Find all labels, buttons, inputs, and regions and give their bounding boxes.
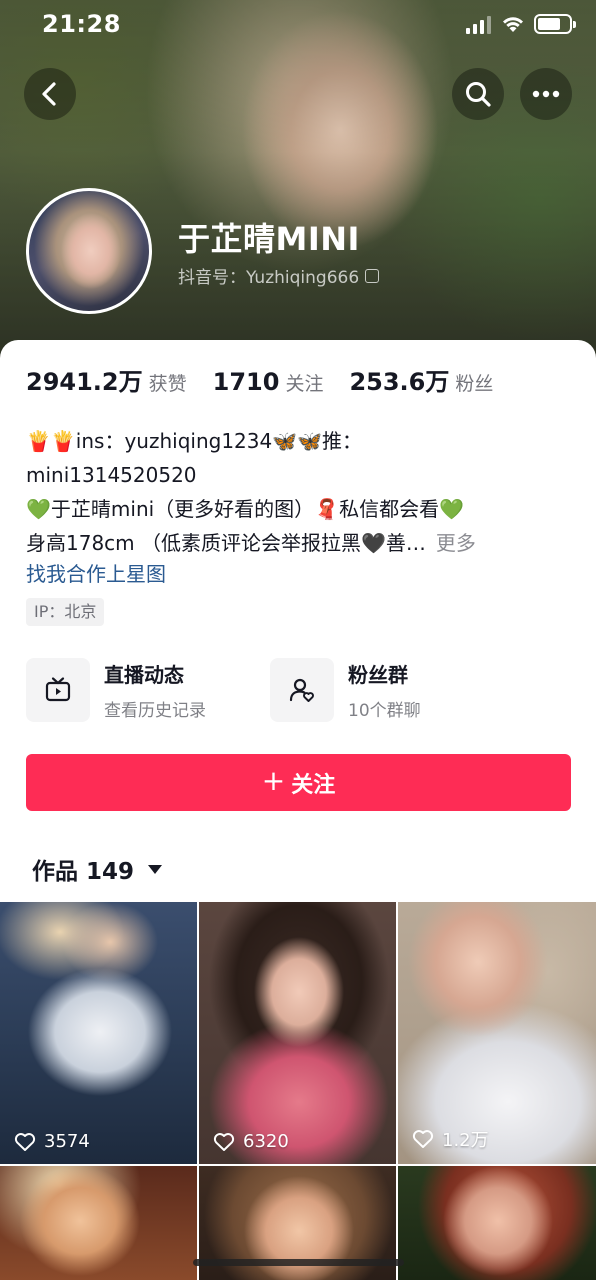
bio-line: mini1314520520 bbox=[26, 463, 197, 487]
status-bar: 21:28 bbox=[0, 0, 596, 52]
back-button[interactable] bbox=[24, 68, 76, 120]
stat-likes[interactable]: 2941.2万 获赞 bbox=[26, 362, 187, 397]
feature-subtitle: 10个群聊 bbox=[348, 701, 421, 721]
profile-card: 2941.2万 获赞 1710 关注 253.6万 粉丝 🍟🍟ins：yuzhi… bbox=[0, 340, 596, 1280]
home-indicator[interactable] bbox=[193, 1259, 404, 1266]
chevron-left-icon bbox=[42, 82, 56, 106]
video-thumbnail[interactable]: 6320 bbox=[199, 902, 396, 1164]
bio-line: 🍟🍟ins：yuzhiqing1234🦋🦋推： bbox=[26, 429, 363, 453]
like-count-text: 1.2万 bbox=[442, 1130, 489, 1151]
video-thumbnail[interactable]: 3574 bbox=[0, 902, 197, 1164]
heart-icon bbox=[213, 1132, 235, 1151]
bio-line: 身高178cm （低素质评论会举报拉黑🖤善… 更多 bbox=[26, 526, 572, 560]
bio-more-link[interactable]: 更多 bbox=[436, 531, 476, 555]
stat-followers[interactable]: 253.6万 粉丝 bbox=[349, 362, 493, 397]
stat-number: 2941.2万 bbox=[26, 368, 143, 396]
bio-line-text: 身高178cm （低素质评论会举报拉黑🖤善… bbox=[26, 531, 426, 555]
stat-following[interactable]: 1710 关注 bbox=[213, 368, 324, 396]
battery-icon bbox=[534, 14, 576, 34]
live-history-entry[interactable]: 直播动态 查看历史记录 bbox=[26, 658, 206, 722]
heart-icon bbox=[14, 1132, 36, 1151]
collab-link[interactable]: 找我合作上星图 bbox=[26, 558, 166, 587]
live-tv-icon bbox=[26, 658, 90, 722]
douyin-id[interactable]: 抖音号：Yuzhiqing666 bbox=[178, 263, 380, 288]
more-options-button[interactable] bbox=[520, 68, 572, 120]
douyin-id-text: 抖音号：Yuzhiqing666 bbox=[178, 268, 360, 288]
video-grid: 3574 6320 1.2万 bbox=[0, 902, 596, 1280]
like-count: 1.2万 bbox=[412, 1126, 489, 1152]
stat-number: 1710 bbox=[212, 368, 280, 396]
bio-line: 💚于芷晴mini（更多好看的图）🧣私信都会看💚 bbox=[26, 497, 464, 521]
feature-subtitle: 查看历史记录 bbox=[104, 701, 206, 721]
works-tab-label: 作品 149 bbox=[32, 859, 135, 885]
status-time: 21:28 bbox=[42, 10, 121, 38]
fan-group-entry[interactable]: 粉丝群 10个群聊 bbox=[270, 658, 421, 722]
search-icon bbox=[466, 82, 491, 107]
like-count-text: 3574 bbox=[44, 1131, 90, 1152]
wifi-icon bbox=[503, 17, 523, 32]
works-tab[interactable]: 作品 149 bbox=[32, 852, 163, 886]
search-button[interactable] bbox=[452, 68, 504, 120]
like-count-text: 6320 bbox=[243, 1131, 289, 1152]
follow-label: 关注 bbox=[291, 772, 336, 798]
plus-icon: + bbox=[261, 764, 286, 797]
stat-label: 关注 bbox=[285, 373, 324, 395]
more-dots-icon bbox=[532, 90, 560, 98]
stat-label: 获赞 bbox=[148, 373, 187, 395]
copy-icon[interactable] bbox=[365, 268, 380, 283]
bio-text[interactable]: 🍟🍟ins：yuzhiqing1234🦋🦋推： mini1314520520 💚… bbox=[26, 424, 572, 560]
stat-label: 粉丝 bbox=[455, 373, 494, 395]
profile-name: 于芷晴MINI bbox=[178, 220, 360, 258]
video-thumbnail[interactable]: 1.2万 bbox=[398, 902, 596, 1164]
feature-title: 直播动态 bbox=[104, 663, 184, 687]
cellular-signal-icon bbox=[466, 14, 491, 34]
fan-group-icon bbox=[270, 658, 334, 722]
video-thumbnail[interactable] bbox=[0, 1166, 197, 1280]
stat-number: 253.6万 bbox=[349, 368, 450, 396]
ip-location-tag: IP：北京 bbox=[26, 598, 105, 626]
follow-button[interactable]: + 关注 bbox=[26, 754, 571, 811]
like-count: 3574 bbox=[14, 1131, 90, 1152]
heart-icon bbox=[412, 1130, 434, 1148]
like-count: 6320 bbox=[213, 1131, 289, 1152]
feature-title: 粉丝群 bbox=[348, 663, 408, 687]
avatar[interactable] bbox=[26, 188, 152, 314]
video-thumbnail[interactable] bbox=[398, 1166, 596, 1280]
dropdown-triangle-icon[interactable] bbox=[148, 864, 163, 874]
stats-row: 2941.2万 获赞 1710 关注 253.6万 粉丝 bbox=[26, 362, 493, 397]
